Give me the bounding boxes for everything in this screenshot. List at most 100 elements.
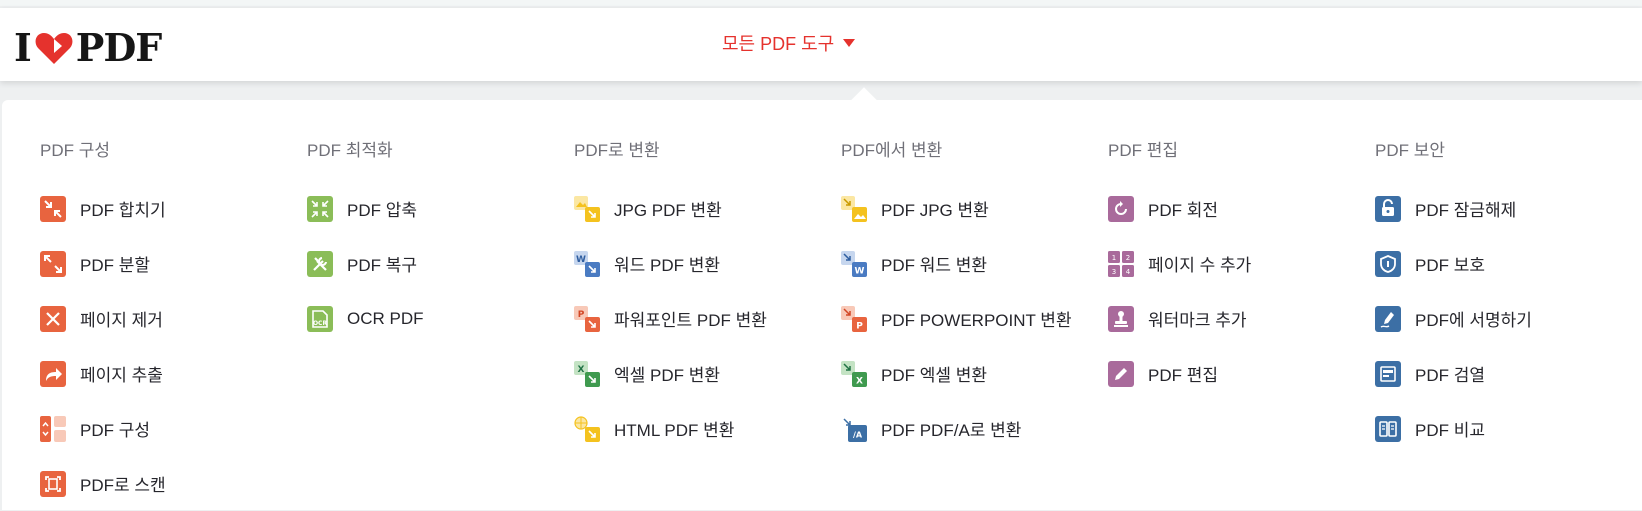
pdf-to-excel-icon: X [841,360,867,387]
organize-icon [40,415,66,442]
svg-text:2: 2 [1126,254,1130,262]
tool-ocr-pdf[interactable]: OCR OCR PDF [307,291,577,346]
tool-sign-pdf[interactable]: PDF에 서명하기 [1375,291,1642,346]
tool-organize-pdf[interactable]: PDF 구성 [40,401,310,456]
merge-icon [40,195,66,222]
svg-text:4: 4 [1126,268,1131,276]
tool-extract-pages[interactable]: 페이지 추출 [40,346,310,401]
tool-label: PDF 회전 [1148,201,1219,220]
tool-label: 워터마크 추가 [1148,311,1247,330]
column-edit: PDF 편집 PDF 회전 1 2 3 4 페이지 수 추가 워터마크 추가 PDF … [1108,140,1378,401]
tool-protect-pdf[interactable]: PDF 보호 [1375,236,1642,291]
tool-compare-pdf[interactable]: PDF 비교 [1375,401,1642,456]
tool-label: 파워포인트 PDF 변환 [614,311,767,330]
ilovepdf-logo[interactable]: I PDF [14,25,163,70]
svg-text:P: P [856,321,863,331]
tool-label: 워드 PDF 변환 [614,256,721,275]
tool-pdf-to-word[interactable]: W PDF 워드 변환 [841,236,1111,291]
pdf-to-word-icon: W [841,250,867,277]
tool-merge-pdf[interactable]: PDF 합치기 [40,181,310,236]
repair-icon [307,250,333,277]
svg-text:/A: /A [853,430,863,439]
pdf-to-pdfa-icon: /A [841,416,867,442]
edit-pencil-icon [1108,360,1134,387]
page-numbers-icon: 1 2 3 4 [1108,250,1134,277]
tool-label: OCR PDF [347,308,424,328]
remove-pages-icon [40,305,66,332]
tool-jpg-to-pdf[interactable]: JPG PDF 변환 [574,181,844,236]
tool-label: PDF로 스캔 [80,476,166,495]
svg-text:X: X [856,376,863,386]
svg-text:W: W [855,266,865,276]
watermark-icon [1108,305,1134,332]
tool-compress-pdf[interactable]: PDF 압축 [307,181,577,236]
powerpoint-to-pdf-icon: P [574,305,600,332]
tool-pdf-to-pdfa[interactable]: /A PDF PDF/A로 변환 [841,401,1111,456]
svg-text:X: X [578,365,585,375]
tool-unlock-pdf[interactable]: PDF 잠금해제 [1375,181,1642,236]
unlock-icon [1375,195,1401,222]
tool-edit-pdf[interactable]: PDF 편집 [1108,346,1378,401]
tool-label: PDF 검열 [1415,366,1486,385]
tool-excel-to-pdf[interactable]: X 엑셀 PDF 변환 [574,346,844,401]
top-strip [0,0,1642,6]
column-title: PDF 최적화 [307,141,393,160]
tool-remove-pages[interactable]: 페이지 제거 [40,291,310,346]
pdf-to-jpg-icon [841,195,867,222]
tool-pdf-to-excel[interactable]: X PDF 엑셀 변환 [841,346,1111,401]
tools-dropdown-panel: PDF 구성 PDF 합치기 PDF 분할 페이지 제거 페이지 추출 PDF … [2,100,1642,510]
tool-powerpoint-to-pdf[interactable]: P 파워포인트 PDF 변환 [574,291,844,346]
all-pdf-tools-label: 모든 PDF 도구 [722,34,835,54]
tool-label: PDF POWERPOINT 변환 [881,311,1072,330]
column-title: PDF 구성 [40,141,111,160]
tool-label: PDF 편집 [1148,366,1219,385]
tool-pdf-to-jpg[interactable]: PDF JPG 변환 [841,181,1111,236]
tool-add-page-numbers[interactable]: 1 2 3 4 페이지 수 추가 [1108,236,1378,291]
column-organize: PDF 구성 PDF 합치기 PDF 분할 페이지 제거 페이지 추출 PDF … [40,140,310,511]
redact-icon [1375,360,1401,387]
heart-logo-icon [35,33,73,64]
svg-text:3: 3 [1112,268,1116,276]
tool-label: PDF 잠금해제 [1415,201,1517,220]
column-convert-from-pdf: PDF에서 변환 PDF JPG 변환 W PDF 워드 변환 P PDF PO… [841,140,1111,456]
jpg-to-pdf-icon [574,195,600,222]
ocr-icon: OCR [307,305,333,332]
tool-label: PDF 합치기 [80,201,166,220]
tool-label: PDF 분할 [80,256,151,275]
tool-label: 페이지 제거 [80,311,163,330]
tool-add-watermark[interactable]: 워터마크 추가 [1108,291,1378,346]
tool-word-to-pdf[interactable]: W 워드 PDF 변환 [574,236,844,291]
svg-text:W: W [576,255,586,265]
tool-label: PDF 보호 [1415,256,1486,275]
tool-scan-to-pdf[interactable]: PDF로 스캔 [40,456,310,511]
tool-redact-pdf[interactable]: PDF 검열 [1375,346,1642,401]
compress-icon [307,195,333,222]
logo-text-i: I [14,25,32,70]
tool-label: 페이지 추출 [80,366,163,385]
tool-label: PDF 비교 [1415,421,1486,440]
split-icon [40,250,66,277]
column-title: PDF 보안 [1375,141,1446,160]
tool-html-to-pdf[interactable]: HTML PDF 변환 [574,401,844,456]
column-title: PDF에서 변환 [841,141,943,160]
all-pdf-tools-menu[interactable]: 모든 PDF 도구 [722,30,856,56]
column-security: PDF 보안 PDF 잠금해제 PDF 보호 PDF에 서명하기 PDF 검열 [1375,140,1642,456]
tool-label: PDF 엑셀 변환 [881,366,988,385]
tool-label: JPG PDF 변환 [614,201,722,220]
logo-text-pdf: PDF [75,25,163,70]
site-header: I PDF 모든 PDF 도구 [0,8,1642,81]
column-title: PDF로 변환 [574,141,660,160]
tool-label: PDF 복구 [347,256,418,275]
tool-rotate-pdf[interactable]: PDF 회전 [1108,181,1378,236]
tool-label: PDF 구성 [80,421,151,440]
tool-split-pdf[interactable]: PDF 분할 [40,236,310,291]
extract-pages-icon [40,360,66,387]
tool-pdf-to-powerpoint[interactable]: P PDF POWERPOINT 변환 [841,291,1111,346]
column-convert-to-pdf: PDF로 변환 JPG PDF 변환 W 워드 PDF 변환 P 파워포인트 P… [574,140,844,456]
shield-icon [1375,250,1401,277]
tool-label: PDF 압축 [347,201,418,220]
scan-icon [40,470,66,497]
compare-icon [1375,415,1401,442]
sign-icon [1375,305,1401,332]
tool-repair-pdf[interactable]: PDF 복구 [307,236,577,291]
